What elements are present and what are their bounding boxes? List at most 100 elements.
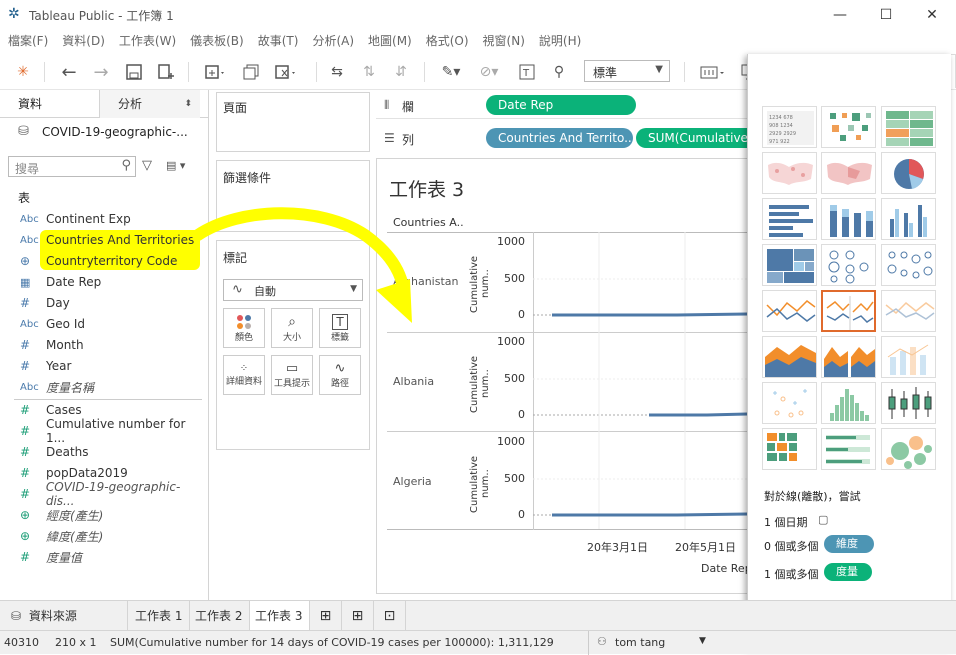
group-icon[interactable]: ⊘▾ (474, 61, 504, 83)
menu-window[interactable]: 視窗(N) (483, 30, 525, 52)
pages-card[interactable]: 頁面 (216, 92, 370, 152)
field-month[interactable]: # Month (0, 335, 84, 355)
tab-sheet-3[interactable]: 工作表 3 (250, 601, 310, 632)
save-icon[interactable] (123, 61, 145, 83)
chart-dual-combination[interactable] (881, 336, 936, 378)
field-day[interactable]: # Day (0, 293, 70, 313)
rows-pill-countries[interactable]: Countries And Territo.. (486, 128, 633, 148)
show-labels-icon[interactable]: T (516, 61, 538, 83)
swap-icon[interactable]: ⇆ (326, 61, 348, 83)
highlight-icon[interactable]: ✎▾ (436, 61, 466, 83)
new-worksheet-icon[interactable]: ⊞ (310, 601, 342, 631)
chart-bullet-graph[interactable] (821, 428, 876, 470)
chart-lines-continuous[interactable] (762, 290, 817, 332)
menu-format[interactable]: 格式(O) (426, 30, 469, 52)
chart-pie[interactable] (881, 152, 936, 194)
field-countries-and-territories[interactable]: Abc Countries And Territories (0, 230, 194, 250)
series-line-albania (649, 412, 748, 417)
chart-stacked-bars[interactable] (821, 198, 876, 240)
search-input[interactable]: 搜尋 ⚲ (8, 156, 136, 177)
field-cumulative-number[interactable]: # Cumulative number for 1... (0, 417, 208, 445)
duplicate-icon[interactable] (240, 61, 262, 83)
chart-text-table[interactable]: 1234 678 908 1234 2929 2929 971 922 (762, 106, 817, 148)
field-record-count[interactable]: # COVID-19-geographic-dis... (0, 480, 208, 508)
chart-symbol-map[interactable] (762, 152, 817, 194)
chart-treemap[interactable] (762, 244, 817, 286)
new-worksheet-icon[interactable] (198, 61, 232, 83)
user-menu[interactable]: ⚇ tom tang ▼ (588, 631, 716, 655)
chart-heat-map[interactable] (821, 106, 876, 148)
dimension-pill: 維度 (824, 535, 874, 553)
new-datasource-icon[interactable] (155, 61, 177, 83)
columns-label: 欄 (402, 100, 415, 114)
tables-header: 表 (18, 191, 31, 205)
tab-datasource[interactable]: ⛁ 資料來源 (0, 601, 128, 631)
chart-gantt[interactable] (762, 428, 817, 470)
tab-sheet-2[interactable]: 工作表 2 (190, 601, 250, 631)
number-type-icon: # (20, 296, 31, 310)
sort-descending-icon[interactable]: ⇵ (390, 61, 412, 83)
chart-horizontal-bars[interactable] (762, 198, 817, 240)
field-measure-values[interactable]: # 度量值 (0, 547, 82, 567)
chart-area-discrete[interactable] (821, 336, 876, 378)
sort-ascending-icon[interactable]: ⇅ (358, 61, 380, 83)
tableau-home-icon[interactable]: ✳ (12, 61, 34, 83)
maximize-button[interactable]: ☐ (863, 0, 909, 30)
view-toggle-icon[interactable]: ▤ ▾ (166, 159, 185, 172)
new-story-icon[interactable]: ⊡ (374, 601, 406, 631)
rows-shelf[interactable]: ☰ 列 Countries And Territo.. SUM(Cumulati… (376, 125, 756, 153)
menu-map[interactable]: 地圖(M) (368, 30, 412, 52)
fit-dropdown[interactable]: 標準 ▼ (584, 60, 670, 82)
chart-histogram[interactable] (821, 382, 876, 424)
minimize-button[interactable]: — (817, 0, 863, 30)
field-measure-names[interactable]: Abc 度量名稱 (0, 377, 94, 397)
field-year[interactable]: # Year (0, 356, 71, 376)
redo-icon[interactable]: → (90, 61, 112, 83)
tab-analytics[interactable]: 分析 ⬍ (100, 90, 200, 118)
chart-filled-map[interactable] (821, 152, 876, 194)
chart-circle-views[interactable] (821, 244, 876, 286)
tooltip-button[interactable]: ▭ 工具提示 (271, 355, 313, 395)
field-continent-exp[interactable]: Abc Continent Exp (0, 209, 131, 229)
fix-axes-icon[interactable]: ⚲ (548, 61, 570, 83)
clear-sheet-icon[interactable] (270, 61, 302, 83)
menu-data[interactable]: 資料(D) (62, 30, 105, 52)
pages-card-title: 頁面 (223, 101, 248, 115)
columns-pill-date-rep[interactable]: Date Rep (486, 95, 636, 115)
chart-side-by-side-circles[interactable] (881, 244, 936, 286)
detail-button[interactable]: ⁘ 詳細資料 (223, 355, 265, 395)
datasource-name[interactable]: COVID-19-geographic-... (42, 125, 188, 139)
chart-side-by-side-bars[interactable] (881, 198, 936, 240)
rows-pill-sum-cumulative[interactable]: SUM(Cumulative (636, 128, 756, 148)
columns-shelf[interactable]: ⦀ 欄 Date Rep (376, 92, 756, 119)
filter-icon[interactable]: ▽ (142, 158, 152, 173)
field-latitude[interactable]: ⊕ 緯度(產生) (0, 526, 103, 546)
menu-story[interactable]: 故事(T) (258, 30, 299, 52)
close-button[interactable]: ✕ (909, 0, 955, 30)
chart-area-continuous[interactable] (762, 336, 817, 378)
tab-sheet-1[interactable]: 工作表 1 (130, 601, 190, 631)
status-marks: 40310 (4, 636, 39, 649)
chart-scatter-plot[interactable] (762, 382, 817, 424)
field-longitude[interactable]: ⊕ 經度(產生) (0, 505, 103, 525)
field-countryterritory-code[interactable]: ⊕ Countryterritory Code (0, 251, 177, 271)
menu-dashboard[interactable]: 儀表板(B) (190, 30, 244, 52)
new-dashboard-icon[interactable]: ⊞ (342, 601, 374, 631)
menu-help[interactable]: 說明(H) (539, 30, 581, 52)
chart-lines-discrete[interactable] (821, 290, 876, 332)
chart-box-whisker[interactable] (881, 382, 936, 424)
field-geo-id[interactable]: Abc Geo Id (0, 314, 85, 334)
chart-packed-bubbles[interactable] (881, 428, 936, 470)
field-date-rep[interactable]: ▦ Date Rep (0, 272, 101, 292)
path-button[interactable]: ∿ 路徑 (319, 355, 361, 395)
show-cards-icon[interactable] (696, 61, 730, 83)
globe-icon: ⊕ (20, 254, 31, 268)
menu-analysis[interactable]: 分析(A) (312, 30, 354, 52)
menu-file[interactable]: 檔案(F) (8, 30, 48, 52)
chart-dual-lines[interactable] (881, 290, 936, 332)
undo-icon[interactable]: ← (58, 61, 80, 83)
menu-worksheet[interactable]: 工作表(W) (119, 30, 176, 52)
field-deaths[interactable]: # Deaths (0, 442, 89, 462)
tab-data[interactable]: 資料 (0, 90, 100, 118)
chart-highlight-table[interactable] (881, 106, 936, 148)
